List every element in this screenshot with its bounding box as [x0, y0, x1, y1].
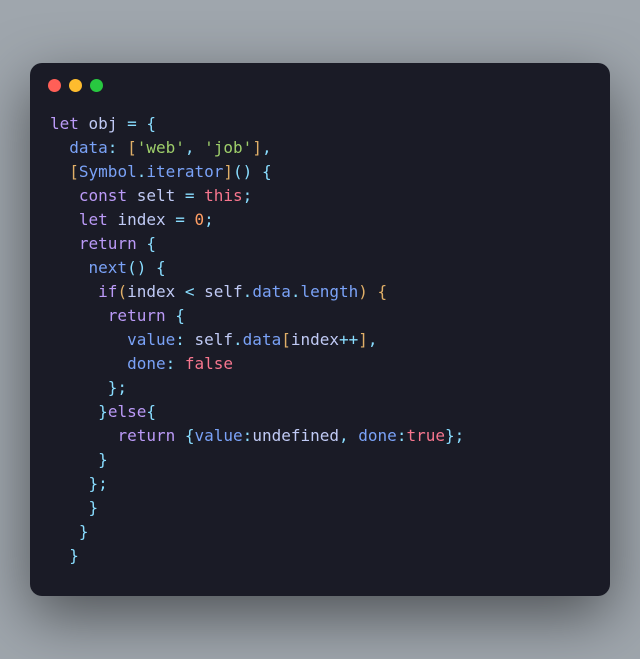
brace: { — [146, 402, 156, 421]
identifier-self: self — [204, 282, 243, 301]
code-window: let obj = { data: ['web', 'job'], [Symbo… — [30, 63, 610, 596]
symbol: Symbol — [79, 162, 137, 181]
undefined: undefined — [252, 426, 339, 445]
keyword-let: let — [79, 210, 108, 229]
comma: , — [262, 138, 272, 157]
brace: { — [146, 114, 156, 133]
operator-increment: ++ — [339, 330, 358, 349]
operator-lt: < — [185, 282, 204, 301]
boolean-true: true — [406, 426, 445, 445]
brace: { — [137, 234, 156, 253]
identifier-self: self — [195, 330, 234, 349]
paren: ( — [117, 282, 127, 301]
property-data: data — [243, 330, 282, 349]
identifier-selt: selt — [127, 186, 185, 205]
brace-close: } — [89, 498, 99, 517]
comma: , — [339, 426, 358, 445]
property-data: data — [252, 282, 291, 301]
paren: ) { — [358, 282, 387, 301]
bracket: [ — [127, 138, 137, 157]
maximize-icon[interactable] — [90, 79, 103, 92]
keyword-return: return — [108, 306, 166, 325]
dot: . — [137, 162, 147, 181]
colon: : — [166, 354, 185, 373]
brace-close: }; — [445, 426, 464, 445]
minimize-icon[interactable] — [69, 79, 82, 92]
property-length: length — [300, 282, 358, 301]
string-job: 'job' — [204, 138, 252, 157]
method-next: next — [89, 258, 128, 277]
identifier-obj: obj — [89, 114, 118, 133]
operator: = — [185, 186, 204, 205]
brace-close: } — [98, 402, 108, 421]
code-block: let obj = { data: ['web', 'job'], [Symbo… — [30, 100, 610, 596]
brace-close: } — [69, 546, 79, 565]
colon: : — [108, 138, 127, 157]
identifier-index: index — [108, 210, 175, 229]
keyword-return: return — [79, 234, 137, 253]
keyword-this: this — [204, 186, 243, 205]
operator: = — [175, 210, 194, 229]
keyword-return: return — [117, 426, 175, 445]
comma: , — [368, 330, 378, 349]
string-web: 'web' — [137, 138, 185, 157]
paren-brace: () { — [127, 258, 166, 277]
property-data: data — [69, 138, 108, 157]
property-iterator: iterator — [146, 162, 223, 181]
bracket: [ — [69, 162, 79, 181]
brace-close: }; — [108, 378, 127, 397]
bracket: [ — [281, 330, 291, 349]
number-zero: 0 — [195, 210, 205, 229]
brace-close: }; — [89, 474, 108, 493]
property-value: value — [127, 330, 175, 349]
keyword-const: const — [79, 186, 127, 205]
keyword-else: else — [108, 402, 147, 421]
brace: { — [166, 306, 185, 325]
property-done: done — [358, 426, 397, 445]
colon: : — [175, 330, 194, 349]
property-done: done — [127, 354, 166, 373]
paren-brace: () { — [233, 162, 272, 181]
property-value: value — [195, 426, 243, 445]
colon: : — [397, 426, 407, 445]
boolean-false: false — [185, 354, 233, 373]
comma: , — [185, 138, 204, 157]
bracket: ] — [252, 138, 262, 157]
dot: . — [243, 282, 253, 301]
colon: : — [243, 426, 253, 445]
semicolon: ; — [243, 186, 253, 205]
dot: . — [233, 330, 243, 349]
identifier-index: index — [127, 282, 185, 301]
brace: { — [175, 426, 194, 445]
brace-close: } — [98, 450, 108, 469]
operator: = — [117, 114, 146, 133]
keyword-if: if — [98, 282, 117, 301]
identifier-index: index — [291, 330, 339, 349]
window-titlebar — [30, 63, 610, 100]
close-icon[interactable] — [48, 79, 61, 92]
bracket: ] — [223, 162, 233, 181]
brace-close: } — [79, 522, 89, 541]
bracket: ] — [358, 330, 368, 349]
semicolon: ; — [204, 210, 214, 229]
keyword-let: let — [50, 114, 79, 133]
